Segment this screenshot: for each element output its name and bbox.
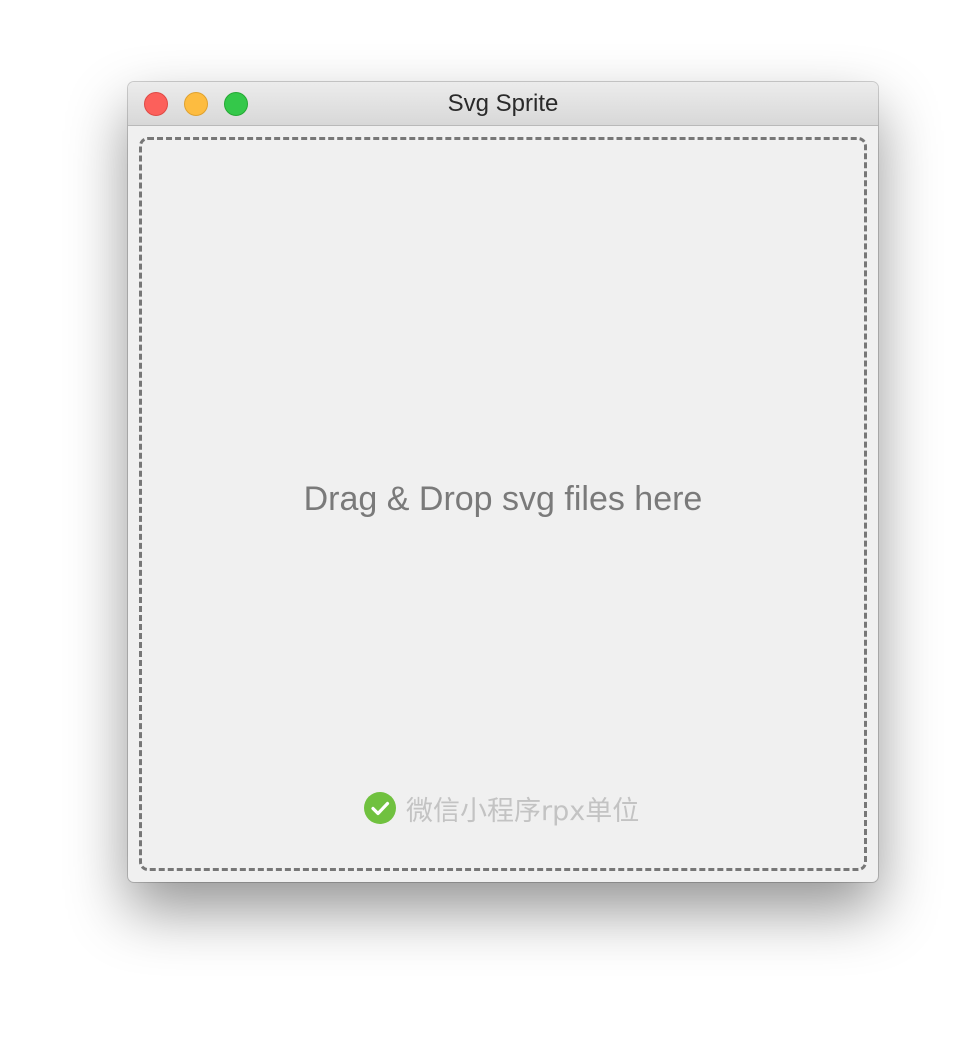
window-title: Svg Sprite [447, 90, 559, 117]
check-circle-icon[interactable] [364, 792, 396, 824]
rpx-unit-label: 微信小程序rpx单位 [406, 795, 640, 827]
title-bar[interactable]: Svg Sprite [128, 82, 878, 126]
drop-zone-text: Drag & Drop svg files here [303, 480, 703, 518]
rpx-unit-option[interactable]: 微信小程序rpx单位 [364, 790, 640, 827]
app-window: Svg Sprite Drag & Drop svg files here 微信… [128, 82, 878, 882]
